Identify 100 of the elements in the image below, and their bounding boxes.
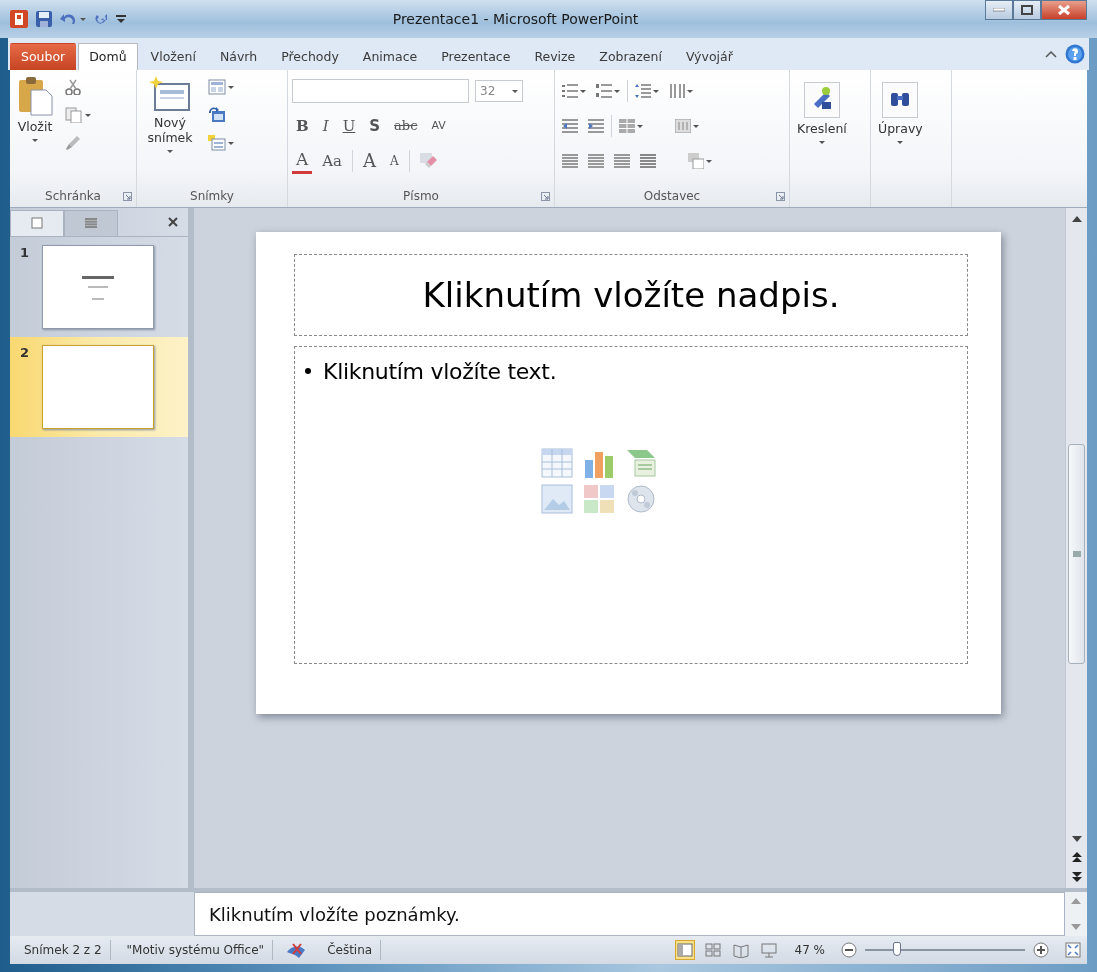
- ribbon-tab[interactable]: Zobrazení: [588, 42, 673, 70]
- format-button[interactable]: I: [318, 114, 333, 137]
- line-spacing-icon: [635, 83, 651, 98]
- format-button[interactable]: AV: [427, 117, 450, 135]
- binoculars-icon: [882, 81, 919, 118]
- format-button[interactable]: U: [338, 114, 360, 137]
- spell-check-icon[interactable]: [285, 942, 308, 959]
- slide-thumbnail-row[interactable]: 1: [10, 236, 188, 337]
- caret-icon: [687, 90, 693, 94]
- increase-indent-icon: [588, 118, 604, 133]
- dialog-launcher-icon[interactable]: [123, 191, 132, 201]
- editing-button[interactable]: Úpravy: [875, 73, 926, 146]
- outline-icon: [85, 218, 97, 229]
- slide-thumbnail[interactable]: [42, 344, 154, 429]
- ribbon-tab[interactable]: Animace: [351, 42, 429, 70]
- fit-to-window-icon[interactable]: [1065, 942, 1081, 959]
- ribbon-tab[interactable]: Prezentace: [430, 42, 522, 70]
- next-slide-icon[interactable]: [1071, 872, 1082, 883]
- clipboard-icon: [17, 75, 53, 116]
- customize-icon[interactable]: [116, 13, 126, 24]
- new-slide-button[interactable]: Nový snímek: [141, 73, 199, 155]
- undo-icon[interactable]: [60, 11, 76, 26]
- caret-icon: [228, 86, 234, 90]
- format-painter-icon: [65, 134, 81, 151]
- caret-icon: [580, 90, 586, 94]
- reset-icon: [208, 106, 226, 123]
- group-label: Snímky: [190, 188, 234, 203]
- vertical-scrollbar[interactable]: [1065, 207, 1087, 889]
- dialog-launcher-icon[interactable]: [541, 191, 550, 201]
- smartart-icon[interactable]: [625, 447, 657, 478]
- ribbon-tab[interactable]: Revize: [523, 42, 587, 70]
- ribbon-tab[interactable]: Vložení: [139, 42, 207, 70]
- bullet-icon: [305, 368, 311, 375]
- save-icon[interactable]: [36, 10, 52, 27]
- paste-button[interactable]: Vložit: [14, 73, 56, 144]
- ribbon-tab[interactable]: Domů: [78, 42, 138, 70]
- group-label: Schránka: [45, 188, 101, 203]
- format-button[interactable]: A: [386, 151, 403, 170]
- align-center-icon: [588, 153, 604, 168]
- clip-art-icon[interactable]: [583, 483, 615, 514]
- dialog-launcher-icon[interactable]: [776, 191, 785, 201]
- slide-thumbnail[interactable]: [42, 244, 154, 329]
- picture-icon[interactable]: [541, 483, 573, 514]
- help-icon[interactable]: [1065, 43, 1085, 64]
- scroll-thumb[interactable]: [1068, 443, 1085, 664]
- slide-number: 2: [20, 344, 31, 360]
- text-direction-icon: [675, 118, 691, 133]
- title-placeholder-text: Kliknutím vložíte nadpis.: [422, 274, 840, 315]
- format-button[interactable]: Aa: [318, 149, 347, 172]
- format-button[interactable]: A: [292, 147, 313, 175]
- normal-view-button[interactable]: [674, 940, 695, 961]
- new-slide-icon: [149, 75, 191, 112]
- zoom-in-icon[interactable]: [1033, 942, 1049, 959]
- table-icon[interactable]: [541, 447, 573, 478]
- scroll-down-icon[interactable]: [1071, 836, 1082, 843]
- drawing-button[interactable]: Kreslení: [794, 73, 850, 146]
- format-button[interactable]: S: [365, 114, 385, 137]
- app-icon[interactable]: [10, 9, 28, 28]
- slides-tab[interactable]: [10, 209, 64, 236]
- format-button[interactable]: A: [359, 148, 381, 174]
- slide-show-button[interactable]: [758, 940, 779, 961]
- caret-icon: [614, 90, 620, 94]
- caret-icon: [637, 125, 643, 129]
- content-placeholder[interactable]: Kliknutím vložíte text.: [294, 345, 968, 664]
- close-icon[interactable]: [168, 216, 178, 227]
- ribbon-tab[interactable]: Návrh: [208, 42, 269, 70]
- close-icon: [1058, 5, 1070, 15]
- previous-slide-icon[interactable]: [1071, 852, 1082, 863]
- caret-icon: [818, 140, 825, 144]
- zoom-level-button[interactable]: 47 %: [786, 940, 833, 961]
- collapse-ribbon-icon[interactable]: [1045, 49, 1057, 58]
- slide-thumbnail-row[interactable]: 2: [10, 336, 188, 437]
- caret-icon: [897, 140, 904, 144]
- language-button[interactable]: Čeština: [319, 940, 382, 961]
- media-icon[interactable]: [625, 483, 657, 514]
- minimize-button[interactable]: [985, 0, 1013, 20]
- shapes-icon: [803, 81, 840, 118]
- notes-pane[interactable]: Kliknutím vložíte poznámky.: [194, 892, 1065, 937]
- close-button[interactable]: [1041, 0, 1087, 20]
- title-placeholder[interactable]: Kliknutím vložíte nadpis.: [294, 253, 968, 336]
- outline-tab[interactable]: [64, 209, 118, 236]
- file-tab[interactable]: Soubor: [10, 42, 77, 70]
- ribbon-tab[interactable]: Přechody: [270, 42, 350, 70]
- scroll-up-icon[interactable]: [1071, 215, 1082, 222]
- format-button[interactable]: B: [292, 114, 313, 137]
- ribbon-tab[interactable]: Vývojář: [674, 42, 744, 70]
- font-name-field[interactable]: [292, 78, 469, 103]
- columns-icon: [669, 83, 685, 98]
- zoom-slider-thumb[interactable]: [893, 942, 901, 957]
- group-label: Odstavec: [643, 188, 701, 203]
- smartart-icon: [688, 152, 704, 169]
- maximize-button[interactable]: [1013, 0, 1041, 20]
- font-size-field[interactable]: 32: [475, 79, 523, 102]
- justify-icon: [640, 153, 656, 168]
- format-button[interactable]: abc: [390, 116, 422, 136]
- normal-view-icon: [676, 942, 693, 958]
- theme-name[interactable]: "Motiv systému Office": [118, 940, 274, 961]
- zoom-out-icon[interactable]: [841, 942, 857, 959]
- caret-icon[interactable]: [80, 18, 86, 22]
- slides-icon: [31, 217, 43, 230]
